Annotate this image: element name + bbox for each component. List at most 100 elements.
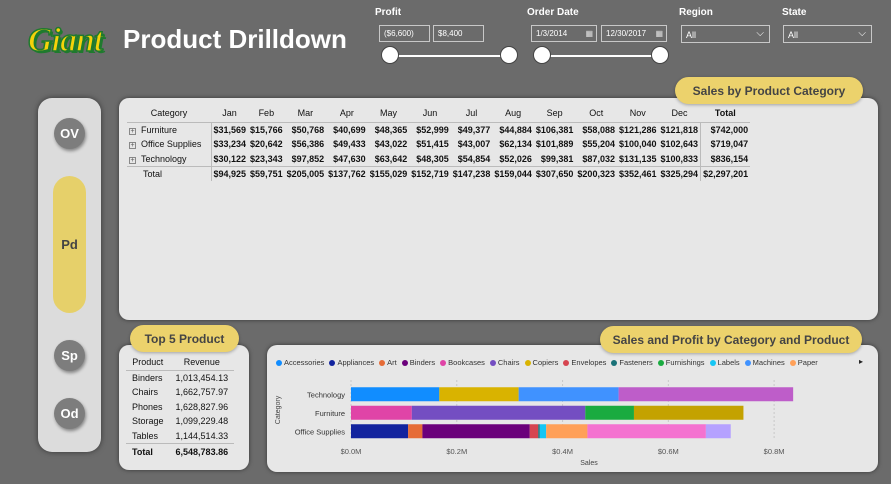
y-axis-title: Category: [275, 395, 282, 424]
order-date-end-input[interactable]: 12/30/2017 ▦: [601, 25, 667, 42]
legend-swatch: [379, 359, 386, 366]
sales-by-category-title: Sales by Product Category: [675, 77, 863, 104]
matrix-cell: $97,852: [291, 153, 325, 164]
matrix-month-header: Sep: [533, 106, 576, 123]
nav-overview-button[interactable]: OV: [54, 118, 85, 149]
matrix-cell: $56,386: [291, 139, 325, 150]
matrix-row-name: Furniture: [141, 125, 178, 135]
nav-od-button[interactable]: Od: [54, 398, 85, 429]
legend-item[interactable]: Chairs: [489, 358, 520, 367]
legend-label: Envelopes: [571, 358, 607, 367]
matrix-category-row: + Office Supplies $33,234 $20,642 $56,386 $49…: [127, 137, 751, 152]
category-label: Furniture: [315, 409, 345, 418]
bar-segment: [408, 424, 423, 439]
bar-segment: [351, 405, 412, 420]
category-label: Office Supplies: [295, 427, 346, 436]
bar-segment: [633, 405, 744, 420]
legend-swatch: [744, 359, 751, 366]
stacked-bar-chart: $0.0M $0.2M $0.4M $0.6M $0.8M Sales Category Te…: [275, 380, 794, 467]
matrix-cell: $352,461: [616, 165, 659, 181]
profit-min-input[interactable]: ($6,600): [379, 25, 430, 42]
matrix-cell: $152,719: [409, 165, 451, 181]
matrix-month-header: Jul: [450, 106, 493, 123]
legend-item[interactable]: Accessories: [276, 358, 324, 367]
legend-item[interactable]: Fasteners: [611, 358, 653, 367]
legend-item[interactable]: Labels: [709, 358, 740, 367]
bar-segment: [529, 424, 539, 439]
matrix-month-header: Jun: [409, 106, 451, 123]
legend-label: Paper: [797, 358, 818, 367]
legend-swatch: [401, 359, 408, 366]
calendar-icon[interactable]: ▦: [655, 29, 663, 38]
top5-product: Tables: [132, 430, 159, 441]
legend-item[interactable]: Machines: [744, 358, 785, 367]
matrix-header-row: Category Jan Feb Mar Apr May Jun Jul Aug Sep Oct N…: [127, 106, 751, 123]
matrix-cell: $50,768: [291, 125, 325, 135]
matrix-cell: $200,323: [575, 165, 617, 181]
order-date-start-input[interactable]: 1/3/2014 ▦: [531, 25, 597, 42]
legend-item[interactable]: Furnishings: [657, 358, 705, 367]
legend-swatch: [524, 359, 531, 366]
legend-item[interactable]: Paper: [789, 358, 818, 367]
legend-swatch: [276, 359, 282, 366]
legend-label: Chairs: [497, 358, 520, 367]
expand-icon[interactable]: +: [129, 142, 136, 150]
top5-total-row: Total 6,548,783.86: [126, 442, 235, 461]
matrix-cell: $62,134: [499, 139, 532, 150]
order-date-slider-start-handle[interactable]: [533, 46, 551, 64]
matrix-cell: $15,766: [250, 125, 283, 135]
profit-max-input[interactable]: $8,400: [433, 25, 484, 42]
legend-label: Fasteners: [619, 358, 653, 367]
matrix-cell: $20,642: [250, 139, 283, 150]
matrix-cell: $63,642: [374, 153, 408, 164]
order-date-slider-track[interactable]: [541, 55, 661, 57]
legend-item[interactable]: Art: [379, 358, 397, 367]
region-selected-value: All: [686, 30, 697, 40]
top5-revenue-header: Revenue: [169, 356, 235, 371]
matrix-row-label[interactable]: + Furniture: [127, 123, 211, 138]
expand-icon[interactable]: +: [129, 128, 136, 135]
bar-segment: [351, 424, 409, 439]
matrix-row-label[interactable]: + Office Supplies: [127, 137, 211, 152]
x-tick-label: $0.8M: [764, 447, 785, 456]
profit-slider-max-handle[interactable]: [500, 46, 518, 64]
category-label: Technology: [307, 390, 345, 399]
matrix-cell: $101,889: [535, 139, 574, 150]
top5-product: Storage: [132, 416, 164, 427]
order-date-slider-end-handle[interactable]: [651, 46, 669, 64]
legend-item[interactable]: Copiers: [524, 358, 558, 367]
legend-item[interactable]: Appliances: [329, 358, 374, 367]
legend-label: Accessories: [284, 358, 325, 367]
matrix-cell: $52,026: [499, 153, 532, 164]
bar-segment: [351, 387, 440, 402]
profit-slider-track[interactable]: [390, 55, 510, 57]
expand-icon[interactable]: +: [129, 156, 136, 164]
bar-segment: [439, 387, 519, 402]
legend-item[interactable]: Envelopes: [563, 358, 606, 367]
legend-next-icon[interactable]: ▸: [859, 357, 863, 366]
matrix-row-total: $836,154: [700, 151, 751, 166]
matrix-month-header: Jan: [211, 106, 249, 123]
matrix-cell: $43,022: [374, 139, 408, 150]
matrix-cell: $31,569: [210, 122, 249, 137]
legend-item[interactable]: Binders: [401, 358, 435, 367]
top5-title: Top 5 Product: [130, 325, 239, 352]
matrix-category-row: + Furniture $31,569 $15,766 $50,768 $40,699 $4…: [127, 122, 751, 138]
top5-row: Storage 1,099,229.48: [126, 414, 234, 429]
matrix-cell: $307,650: [533, 165, 576, 181]
legend-swatch: [611, 359, 618, 366]
region-filter-label: Region: [679, 7, 713, 18]
matrix-cell: $205,005: [284, 165, 327, 181]
nav-sp-button[interactable]: Sp: [54, 340, 85, 371]
calendar-icon[interactable]: ▦: [585, 29, 593, 38]
matrix-row-label[interactable]: + Technology: [127, 152, 211, 167]
matrix-month-header: Oct: [575, 106, 617, 123]
matrix-cell: $100,833: [660, 153, 699, 164]
region-dropdown[interactable]: All ⌵: [681, 25, 770, 43]
state-selected-value: All: [788, 30, 799, 40]
state-dropdown[interactable]: All ⌵: [783, 25, 872, 43]
legend-item[interactable]: Bookcases: [440, 358, 485, 367]
nav-product-button[interactable]: Pd: [53, 176, 86, 313]
profit-slider-min-handle[interactable]: [381, 46, 399, 64]
top5-product: Phones: [132, 401, 163, 412]
